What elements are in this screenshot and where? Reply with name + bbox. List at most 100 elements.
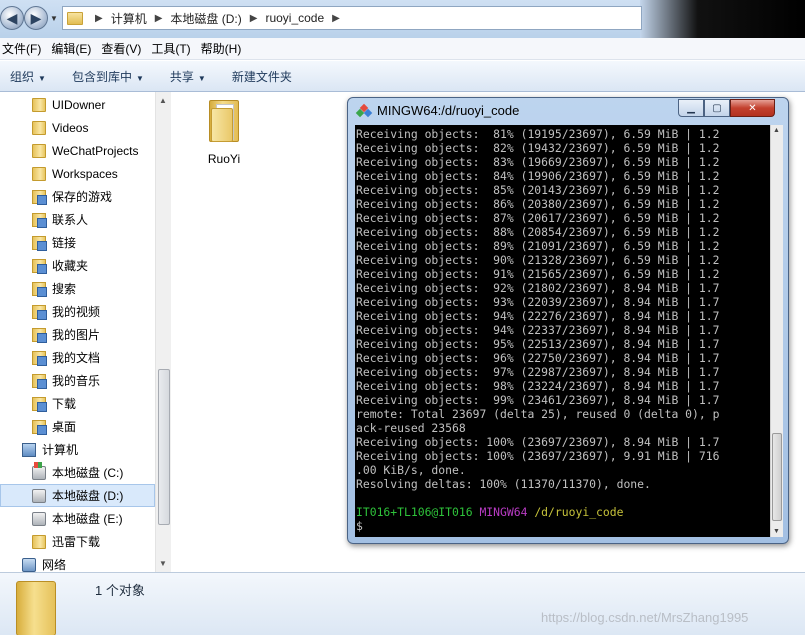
- arrow-right-icon: ▶: [30, 9, 42, 26]
- breadcrumb-ruoyi-code[interactable]: ruoyi_code: [265, 11, 324, 25]
- nav-label: 计算机: [42, 443, 79, 457]
- nav-item-drive-c[interactable]: 本地磁盘 (C:): [32, 461, 123, 484]
- download-icon: [32, 396, 47, 412]
- terminal-line: Receiving objects: 87% (20617/23697), 6.…: [356, 211, 720, 225]
- scroll-down-icon[interactable]: ▼: [773, 528, 780, 535]
- share-label: 共享: [169, 69, 194, 84]
- chevron-right-icon[interactable]: ▶: [250, 13, 258, 24]
- maximize-button[interactable]: ▢: [704, 99, 730, 117]
- terminal-line: Receiving objects: 82% (19432/23697), 6.…: [356, 141, 720, 155]
- nav-item-my-music[interactable]: 我的音乐: [32, 369, 100, 392]
- chevron-right-icon[interactable]: ▶: [332, 13, 340, 24]
- recent-pages-dropdown-icon[interactable]: ▼: [50, 14, 58, 23]
- nav-item-my-videos[interactable]: 我的视频: [32, 300, 100, 323]
- arrow-left-icon: ◀: [6, 9, 18, 26]
- nav-item-drive-d[interactable]: 本地磁盘 (D:): [0, 484, 155, 507]
- close-button[interactable]: ✕: [730, 99, 775, 117]
- nav-item-saved-games[interactable]: 保存的游戏: [32, 185, 112, 208]
- close-icon: ✕: [748, 102, 757, 114]
- nav-item-desktop[interactable]: 桌面: [32, 415, 76, 438]
- minimize-button[interactable]: ▁: [678, 99, 704, 117]
- menu-edit[interactable]: 编辑(E): [49, 40, 99, 57]
- nav-label: 链接: [52, 236, 77, 250]
- terminal-line: Receiving objects: 96% (22750/23697), 8.…: [356, 351, 720, 365]
- terminal-line: Receiving objects: 100% (23697/23697), 9…: [356, 449, 720, 463]
- chevron-down-icon: ▼: [38, 73, 46, 83]
- prompt-path: /d/ruoyi_code: [534, 505, 624, 519]
- nav-item-wechatprojects[interactable]: WeChatProjects: [32, 139, 138, 162]
- terminal-scrollbar[interactable]: ▲ ▼: [770, 125, 783, 537]
- nav-label: 搜索: [52, 282, 77, 296]
- document-icon: [32, 350, 47, 366]
- address-field[interactable]: ▶ 计算机 ▶ 本地磁盘 (D:) ▶ ruoyi_code ▶: [62, 6, 642, 30]
- forward-button[interactable]: ▶: [24, 6, 48, 30]
- navigation-pane: UIDowner Videos WeChatProjects Workspace…: [0, 92, 171, 572]
- terminal-window[interactable]: MINGW64:/d/ruoyi_code ▁ ▢ ✕ Receiving ob…: [347, 97, 789, 544]
- prompt-user: IT016+TL106@IT016: [356, 505, 473, 519]
- terminal-line: Receiving objects: 94% (22276/23697), 8.…: [356, 309, 720, 323]
- nav-item-my-pictures[interactable]: 我的图片: [32, 323, 100, 346]
- terminal-output[interactable]: Receiving objects: 81% (19195/23697), 6.…: [355, 125, 770, 537]
- nav-item-drive-e[interactable]: 本地磁盘 (E:): [32, 507, 123, 530]
- scrollbar-thumb[interactable]: [772, 433, 782, 521]
- terminal-line: Receiving objects: 88% (20854/23697), 6.…: [356, 225, 720, 239]
- organize-button[interactable]: 组织 ▼: [10, 68, 46, 85]
- scroll-down-icon[interactable]: ▼: [159, 559, 167, 568]
- nav-item-uidowner[interactable]: UIDowner: [32, 93, 105, 116]
- prompt-host: MINGW64: [479, 505, 528, 519]
- nav-label: 保存的游戏: [52, 190, 113, 204]
- nav-item-thunder[interactable]: 迅雷下载: [32, 530, 100, 553]
- nav-item-searches[interactable]: 搜索: [32, 277, 76, 300]
- terminal-line: Receiving objects: 98% (23224/23697), 8.…: [356, 379, 720, 393]
- include-in-library-button[interactable]: 包含到库中 ▼: [72, 68, 144, 85]
- terminal-line: Receiving objects: 94% (22337/23697), 8.…: [356, 323, 720, 337]
- nav-item-links[interactable]: 链接: [32, 231, 76, 254]
- scroll-up-icon[interactable]: ▲: [773, 127, 780, 134]
- chevron-right-icon[interactable]: ▶: [95, 13, 103, 24]
- new-folder-button[interactable]: 新建文件夹: [232, 68, 292, 85]
- nav-item-downloads[interactable]: 下载: [32, 392, 76, 415]
- nav-item-favorites[interactable]: 收藏夹: [32, 254, 88, 277]
- menu-tools[interactable]: 工具(T): [149, 40, 198, 57]
- nav-label: 桌面: [52, 420, 77, 434]
- terminal-line: Receiving objects: 89% (21091/23697), 6.…: [356, 239, 720, 253]
- nav-item-workspaces[interactable]: Workspaces: [32, 162, 118, 185]
- git-bash-icon: [355, 103, 373, 119]
- scrollbar-thumb[interactable]: [158, 369, 170, 525]
- share-button[interactable]: 共享 ▼: [170, 68, 206, 85]
- nav-scrollbar[interactable]: ▲ ▼: [155, 92, 171, 572]
- terminal-prompt: IT016+TL106@IT016 MINGW64 /d/ruoyi_code: [356, 505, 768, 519]
- organize-label: 组织: [10, 69, 35, 84]
- terminal-line: Receiving objects: 91% (21565/23697), 6.…: [356, 267, 720, 281]
- menu-file[interactable]: 文件(F): [0, 40, 49, 57]
- video-icon: [32, 304, 47, 320]
- terminal-cursor-line[interactable]: $: [356, 519, 768, 533]
- nav-item-contacts[interactable]: 联系人: [32, 208, 88, 231]
- desktop-icon: [32, 419, 47, 435]
- item-count: 1 个对象: [95, 583, 145, 598]
- search-icon: [32, 281, 47, 297]
- nav-label: UIDowner: [52, 97, 106, 112]
- menu-view[interactable]: 查看(V): [99, 40, 149, 57]
- nav-item-my-documents[interactable]: 我的文档: [32, 346, 100, 369]
- folder-label: RuoYi: [207, 152, 241, 166]
- terminal-line: Receiving objects: 84% (19906/23697), 6.…: [356, 169, 720, 183]
- chevron-right-icon[interactable]: ▶: [155, 13, 163, 24]
- nav-label: 联系人: [52, 213, 89, 227]
- chevron-down-icon: ▼: [135, 73, 144, 83]
- nav-label: 我的视频: [52, 305, 101, 319]
- nav-item-computer[interactable]: 计算机: [22, 438, 78, 461]
- terminal-title: MINGW64:/d/ruoyi_code: [377, 103, 520, 118]
- watermark: https://blog.csdn.net/MrsZhang1995: [541, 610, 749, 625]
- scroll-up-icon[interactable]: ▲: [159, 96, 167, 105]
- nav-item-network[interactable]: 网络: [22, 553, 66, 572]
- breadcrumb-computer[interactable]: 计算机: [111, 10, 147, 27]
- back-button[interactable]: ◀: [0, 6, 24, 30]
- breadcrumb-drive-d[interactable]: 本地磁盘 (D:): [170, 10, 241, 27]
- folder-item-ruoyi[interactable]: RuoYi: [202, 98, 246, 166]
- favorites-icon: [32, 258, 47, 274]
- menu-help[interactable]: 帮助(H): [199, 40, 250, 57]
- folder-icon: [32, 120, 46, 135]
- nav-item-videos[interactable]: Videos: [32, 116, 88, 139]
